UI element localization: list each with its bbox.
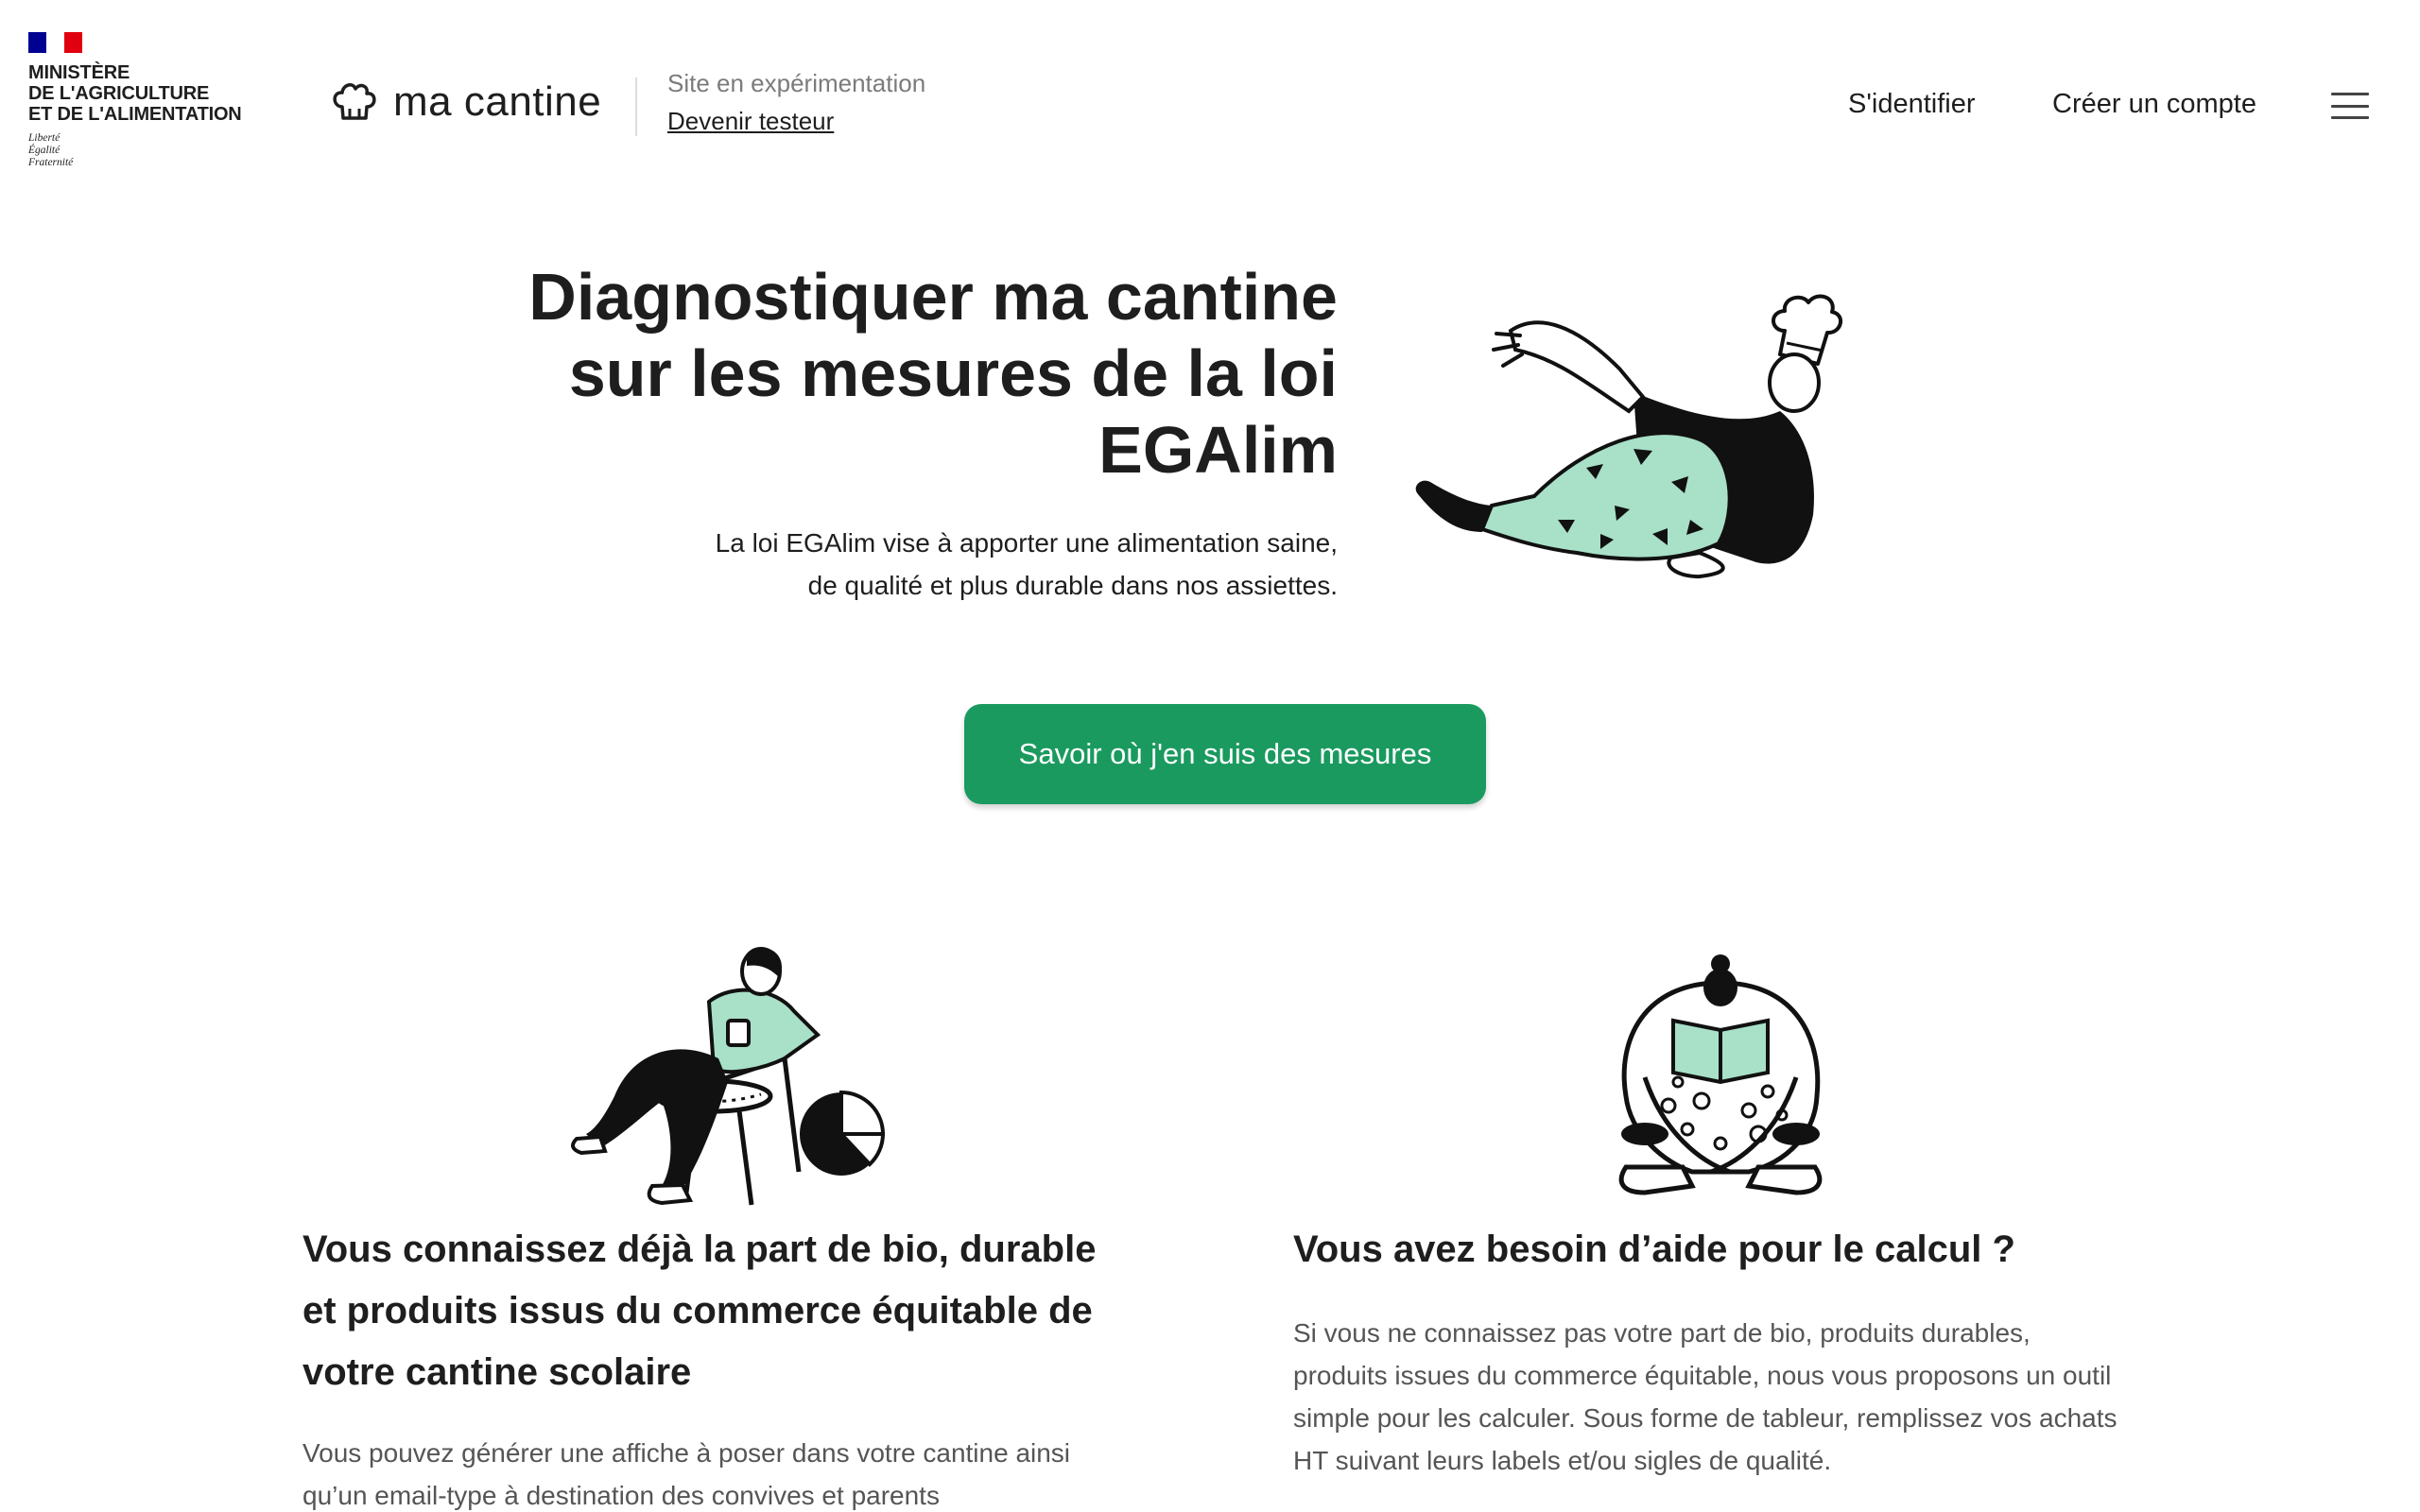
brand-home-link[interactable]: ma cantine [331,77,601,127]
french-flag-icon [28,32,82,53]
hero-title: Diagnostiquer ma cantine sur les mesures… [528,260,1338,487]
chef-lying-illustration [1415,294,1842,579]
site-header: Ministère de l'Agriculture et de l'Alime… [0,0,2420,180]
hamburger-menu-icon[interactable] [2331,90,2369,122]
person-chair-pie-chart-illustration [571,947,886,1206]
card-need-help-title: Vous avez besoin d’aide pour le calcul ? [1293,1228,2015,1270]
card-known-values-text: Vous pouvez générer une affiche à poser … [302,1438,1071,1510]
card-known-values-title: Vous connaissez déjà la part de bio, dur… [302,1228,1097,1393]
card-need-help-text: Si vous ne connaissez pas votre part de … [1293,1318,2118,1475]
login-link[interactable]: S'identifier [1848,89,1976,120]
brand-divider [635,77,637,136]
signup-link[interactable]: Créer un compte [2052,89,2256,120]
hero-description: La loi EGAlim vise à apporter une alimen… [715,528,1338,600]
chef-hat-icon [333,83,376,120]
person-reading-book-illustration [1618,954,1823,1195]
site-status: Site en expérimentation [667,69,926,97]
ministry-logo[interactable]: Ministère de l'Agriculture et de l'Alime… [28,32,276,169]
brand-name: ma cantine [393,78,602,125]
republic-motto: Liberté Égalité Fraternité [28,132,74,168]
become-tester-link[interactable]: Devenir testeur [667,104,925,138]
measures-cta-button[interactable]: Savoir où j'en suis des mesures [964,704,1486,804]
brand-tagline: Site en expérimentation Devenir testeur [667,66,925,138]
ministry-name: Ministère de l'Agriculture et de l'Alime… [28,62,242,125]
